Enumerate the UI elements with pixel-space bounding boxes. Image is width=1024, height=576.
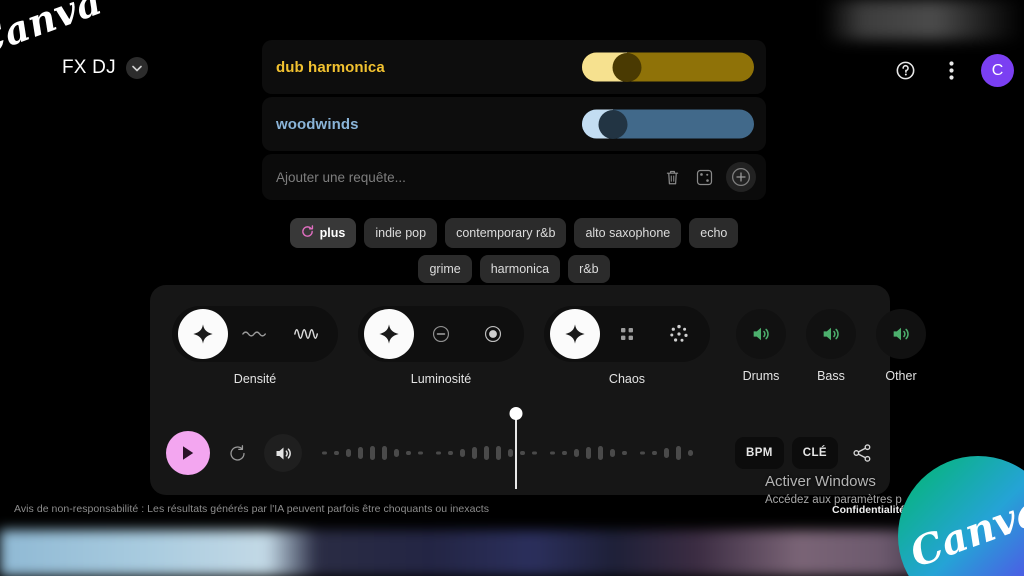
play-button[interactable] — [166, 431, 210, 475]
stem-label: Other — [885, 369, 917, 383]
windows-activation-title: Activer Windows — [765, 473, 876, 490]
chip-indie-pop[interactable]: indie pop — [364, 218, 438, 248]
query-input[interactable]: Ajouter une requête... — [276, 170, 662, 185]
trash-icon[interactable] — [662, 167, 682, 187]
app-root: FX DJ C Canva dub harmonica woodwinds Aj… — [0, 0, 1024, 576]
chip-label: alto saxophone — [585, 226, 671, 240]
stem-drums: Drums — [736, 309, 786, 383]
canva-watermark-bottom-right: Canva — [898, 456, 1024, 576]
seg-option-wave-high[interactable] — [282, 309, 332, 359]
avatar[interactable]: C — [981, 54, 1014, 87]
prompt-panel: dub harmonica woodwinds Ajouter une requ… — [262, 40, 766, 200]
segmented-control — [358, 306, 524, 362]
chip-rnb[interactable]: r&b — [568, 255, 610, 283]
prompt-label: dub harmonica — [276, 58, 385, 76]
more-vertical-icon[interactable] — [935, 55, 967, 87]
canva-wordmark: Canva — [904, 486, 1024, 576]
chip-label: harmonica — [490, 262, 550, 276]
control-group-densite: Densité — [172, 306, 338, 386]
add-query-row[interactable]: Ajouter une requête... — [262, 154, 766, 200]
control-group-luminosite: Luminosité — [358, 306, 524, 386]
seg-option-scatter-dots[interactable] — [654, 309, 704, 359]
chip-echo[interactable]: echo — [689, 218, 739, 248]
refresh-icon — [301, 225, 314, 241]
chip-alto-saxophone[interactable]: alto saxophone — [574, 218, 682, 248]
stem-label: Drums — [742, 369, 780, 383]
speaker-icon[interactable] — [736, 309, 786, 359]
stem-label: Bass — [817, 369, 845, 383]
segmented-control — [172, 306, 338, 362]
seg-option-brightness-high[interactable] — [468, 309, 518, 359]
canva-wordmark: Canva — [0, 0, 108, 66]
prompt-row[interactable]: woodwinds — [262, 97, 766, 151]
query-actions — [662, 162, 756, 192]
chip-label: plus — [319, 226, 346, 240]
chip-harmonica[interactable]: harmonica — [479, 255, 561, 283]
waveform — [322, 446, 693, 460]
player-dock: Densité Luminosité Chaos Drums Bass Othe… — [150, 285, 926, 495]
speaker-icon[interactable] — [806, 309, 856, 359]
volume-button[interactable] — [264, 434, 302, 472]
blurred-bottom-strip — [0, 530, 1024, 576]
header-actions: C — [889, 54, 1014, 87]
controls-area: Densité Luminosité Chaos Drums Bass Othe… — [150, 285, 926, 407]
seg-option-brightness-low[interactable] — [416, 309, 466, 359]
dice-icon[interactable] — [694, 167, 714, 187]
prompt-label: woodwinds — [276, 115, 359, 133]
chip-label: grime — [429, 262, 461, 276]
seg-option-wave-low[interactable] — [230, 309, 280, 359]
playhead[interactable] — [509, 407, 523, 489]
reset-button[interactable] — [218, 434, 256, 472]
control-group-chaos: Chaos — [544, 306, 710, 386]
chip-contemporary-rnb[interactable]: contemporary r&b — [445, 218, 567, 248]
seg-option-sparkle[interactable] — [364, 309, 414, 359]
ai-disclaimer: Avis de non-responsabilité : Les résulta… — [14, 503, 490, 515]
playhead-handle[interactable] — [509, 407, 523, 420]
bpm-button[interactable]: BPM — [735, 437, 784, 469]
prompt-row[interactable]: dub harmonica — [262, 40, 766, 94]
prompt-weight-slider[interactable] — [582, 109, 754, 139]
suggestion-chips: plus indie pop contemporary r&b alto sax… — [262, 218, 766, 283]
seg-option-sparkle[interactable] — [550, 309, 600, 359]
prompt-weight-slider[interactable] — [582, 52, 754, 82]
seg-option-grid-dots[interactable] — [602, 309, 652, 359]
plus-circle-icon[interactable] — [726, 162, 756, 192]
chip-label: contemporary r&b — [456, 226, 556, 240]
chip-plus[interactable]: plus — [289, 218, 357, 248]
waveform-track[interactable] — [318, 407, 711, 495]
segmented-control — [544, 306, 710, 362]
share-icon[interactable] — [852, 443, 872, 463]
chevron-down-icon[interactable] — [125, 57, 148, 79]
control-label: Luminosité — [410, 372, 472, 386]
stem-other: Other — [876, 309, 926, 383]
chip-grime[interactable]: grime — [418, 255, 472, 283]
confidentiality-label: Confidentialité — [832, 504, 905, 516]
control-label: Densité — [233, 372, 277, 386]
chip-label: r&b — [579, 262, 599, 276]
chip-label: echo — [700, 226, 728, 240]
chip-label: indie pop — [375, 226, 427, 240]
key-button[interactable]: CLÉ — [791, 437, 838, 469]
control-label: Chaos — [608, 372, 646, 386]
seg-option-sparkle[interactable] — [178, 309, 228, 359]
help-circle-icon[interactable] — [889, 55, 921, 87]
speaker-icon[interactable] — [876, 309, 926, 359]
stem-bass: Bass — [806, 309, 856, 383]
